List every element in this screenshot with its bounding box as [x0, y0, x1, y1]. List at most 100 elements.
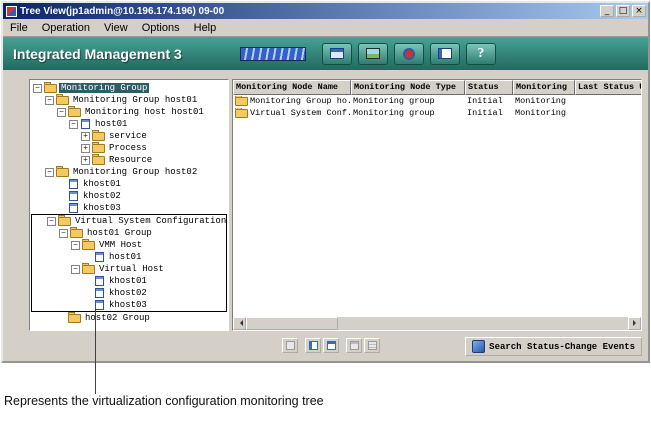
- tree-node-khost03[interactable]: khost03: [30, 202, 228, 214]
- host-icon: [69, 203, 78, 213]
- search-status-change-events-button[interactable]: Search Status-Change Events: [465, 337, 642, 356]
- collapse-icon[interactable]: −: [59, 229, 68, 238]
- grid-view-icon: [368, 341, 377, 350]
- expand-icon[interactable]: +: [81, 132, 90, 141]
- expand-icon[interactable]: +: [81, 156, 90, 165]
- folder-icon: [92, 132, 105, 141]
- tree-node-vmm-host[interactable]: −VMM Host: [32, 239, 226, 251]
- tree-node-virtual-host[interactable]: −Virtual Host: [32, 263, 226, 275]
- window-view-icon: [350, 341, 359, 350]
- tree-node-monitoring-group-host02[interactable]: − Monitoring Group host02: [30, 166, 228, 178]
- collapse-icon[interactable]: −: [71, 265, 80, 274]
- host-icon: [81, 119, 90, 129]
- collapse-icon[interactable]: −: [69, 120, 78, 129]
- tree-node-service[interactable]: +service: [30, 130, 228, 142]
- view-button-2[interactable]: [305, 338, 321, 353]
- view-button-4[interactable]: [346, 338, 362, 353]
- tree-node-host01[interactable]: − host01: [30, 118, 228, 130]
- menu-help[interactable]: Help: [187, 21, 224, 35]
- folder-icon: [68, 108, 81, 117]
- column-header-monitoring[interactable]: Monitoring: [513, 80, 575, 95]
- close-button[interactable]: ×: [632, 5, 646, 17]
- collapse-icon[interactable]: −: [45, 168, 54, 177]
- screenshot-stage: Tree View(jp1admin@10.196.174.196) 09-00…: [0, 0, 651, 427]
- app-window: Tree View(jp1admin@10.196.174.196) 09-00…: [1, 1, 650, 363]
- footer-view-buttons: [282, 338, 382, 353]
- view-button-1[interactable]: [282, 338, 298, 353]
- console-button[interactable]: [430, 43, 460, 65]
- tree-node-khost01[interactable]: khost01: [32, 275, 226, 287]
- tree-node-virtual-system-configuration[interactable]: − Virtual System Configuration: [32, 215, 226, 227]
- activity-meter: [240, 47, 306, 61]
- tree-node-monitoring-group-host01[interactable]: −Monitoring Group host01: [30, 94, 228, 106]
- maximize-button[interactable]: □: [616, 5, 630, 17]
- menu-options[interactable]: Options: [135, 21, 187, 35]
- tree-node-process[interactable]: +Process: [30, 142, 228, 154]
- folder-icon: [82, 241, 95, 250]
- table-cell: Monitoring group: [351, 96, 465, 106]
- folder-icon: [44, 84, 57, 93]
- tree-node-label: host01: [93, 119, 129, 129]
- tree-node-label: Virtual System Configuration: [73, 216, 228, 226]
- column-header-monitoring-node-type[interactable]: Monitoring Node Type: [351, 80, 465, 95]
- tree-node-host02-group[interactable]: host02 Group: [30, 312, 228, 324]
- menu-bar: FileOperationViewOptionsHelp: [3, 19, 648, 37]
- search-button-label: Search Status-Change Events: [489, 342, 635, 352]
- menu-operation[interactable]: Operation: [35, 21, 97, 35]
- view-button-5[interactable]: [364, 338, 380, 353]
- image-button[interactable]: [358, 43, 388, 65]
- scroll-right-button[interactable]: [628, 317, 641, 330]
- host-icon: [95, 276, 104, 286]
- monitor-button[interactable]: [322, 43, 352, 65]
- tree-node-monitoring-group[interactable]: − Monitoring Group: [30, 82, 228, 94]
- tree-node-label: Monitoring Group: [59, 83, 149, 93]
- virtualization-tree-highlight-box: −Virtual System Configuration−host01 Gro…: [31, 214, 227, 312]
- host-icon: [95, 252, 104, 262]
- scrollbar-thumb[interactable]: [246, 317, 338, 330]
- column-header-monitoring-node-name[interactable]: Monitoring Node Name: [233, 80, 351, 95]
- help-button[interactable]: ?: [466, 43, 496, 65]
- tree-node-host01[interactable]: host01: [32, 251, 226, 263]
- tree-node-label: khost02: [107, 288, 149, 298]
- minimize-button[interactable]: _: [600, 5, 614, 17]
- collapse-icon[interactable]: −: [57, 108, 66, 117]
- collapse-icon[interactable]: −: [45, 96, 54, 105]
- tree-node-label: Monitoring Group host02: [71, 167, 199, 177]
- collapse-icon[interactable]: −: [33, 84, 42, 93]
- monitoring-tree: −Monitoring Group−Monitoring Group host0…: [29, 79, 229, 331]
- tree-node-label: khost01: [81, 179, 123, 189]
- tree-node-label: khost03: [107, 300, 149, 310]
- folder-icon: [235, 109, 248, 118]
- table-row[interactable]: Virtual System Conf...Monitoring groupIn…: [233, 107, 641, 119]
- titlebar[interactable]: Tree View(jp1admin@10.196.174.196) 09-00…: [3, 3, 648, 19]
- menu-view[interactable]: View: [97, 21, 135, 35]
- expand-icon[interactable]: +: [81, 144, 90, 153]
- tree-node-label: host01: [107, 252, 143, 262]
- tree-node-host01-group[interactable]: −host01 Group: [32, 227, 226, 239]
- header-toolbar: ?: [322, 43, 496, 65]
- host-icon: [95, 300, 104, 310]
- view-button-3[interactable]: [323, 338, 339, 353]
- menu-file[interactable]: File: [3, 21, 35, 35]
- collapse-icon[interactable]: −: [47, 217, 56, 226]
- list-view-icon: [327, 341, 336, 350]
- tree-node-khost03[interactable]: khost03: [32, 299, 226, 311]
- cell-text: Monitoring Group ho...: [250, 96, 351, 106]
- column-header-status[interactable]: Status: [465, 80, 513, 95]
- tree-node-khost02[interactable]: khost02: [30, 190, 228, 202]
- scroll-left-button[interactable]: [233, 317, 246, 330]
- horizontal-scrollbar[interactable]: [233, 316, 641, 330]
- table-cell: Monitoring Group ho...: [233, 96, 351, 106]
- table-cell: Monitoring: [513, 108, 575, 118]
- tree-node-khost01[interactable]: khost01: [30, 178, 228, 190]
- host-icon: [69, 179, 78, 189]
- tree-node-khost02[interactable]: khost02: [32, 287, 226, 299]
- tree-node-monitoring-host-host01[interactable]: −Monitoring host host01: [30, 106, 228, 118]
- tree-node-resource[interactable]: +Resource: [30, 154, 228, 166]
- table-row[interactable]: Monitoring Group ho...Monitoring groupIn…: [233, 95, 641, 107]
- column-header-last-status-u[interactable]: Last Status U: [575, 80, 642, 95]
- folder-icon: [56, 168, 69, 177]
- tree-node-label: khost03: [81, 203, 123, 213]
- collapse-icon[interactable]: −: [71, 241, 80, 250]
- tools-button[interactable]: [394, 43, 424, 65]
